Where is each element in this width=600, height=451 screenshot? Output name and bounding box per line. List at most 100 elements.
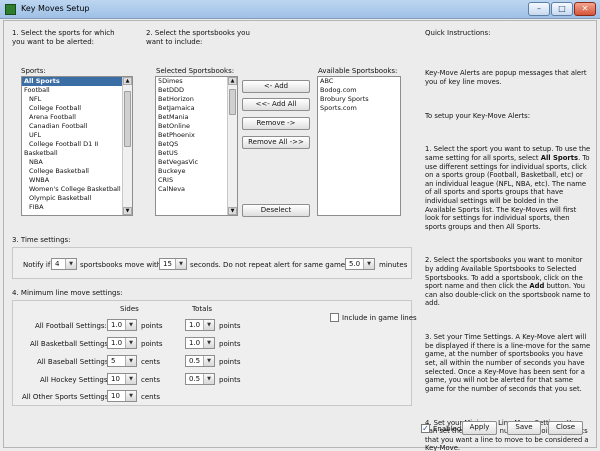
list-item[interactable]: FIBA bbox=[22, 203, 132, 212]
remove-all-button[interactable]: Remove All ->> bbox=[242, 136, 310, 149]
include-in-game-label: Include in game lines bbox=[342, 314, 417, 322]
list-item[interactable]: BetPhoenix bbox=[156, 131, 237, 140]
list-item[interactable]: NFL bbox=[22, 95, 132, 104]
basketball-settings-label: All Basketball Settings: bbox=[30, 340, 111, 348]
list-item[interactable]: BetQS bbox=[156, 140, 237, 149]
add-all-button[interactable]: <<- Add All bbox=[242, 98, 310, 111]
title-bar[interactable]: Key Moves Setup – □ ✕ bbox=[0, 0, 600, 19]
available-sportsbooks-label: Available Sportsbooks: bbox=[318, 67, 398, 75]
chevron-down-icon: ▼ bbox=[65, 259, 76, 269]
sports-list-label: Sports: bbox=[21, 67, 46, 75]
list-item[interactable]: Arena Football bbox=[22, 113, 132, 122]
list-item[interactable]: NBA bbox=[22, 158, 132, 167]
apply-button[interactable]: Apply bbox=[462, 421, 497, 435]
scroll-thumb[interactable] bbox=[124, 91, 131, 147]
hockey-sides-select[interactable]: 10 ▼ bbox=[107, 373, 137, 385]
list-item[interactable]: Brobury Sports bbox=[318, 95, 400, 104]
other-sports-sides-unit: cents bbox=[141, 393, 160, 401]
chevron-down-icon: ▼ bbox=[125, 391, 136, 401]
select-value: 1.0 bbox=[189, 321, 201, 329]
scroll-down-arrow-icon[interactable]: ▼ bbox=[123, 207, 132, 215]
close-window-button[interactable]: ✕ bbox=[574, 2, 596, 16]
list-item[interactable]: Basketball bbox=[22, 149, 132, 158]
list-item[interactable]: BetUS bbox=[156, 149, 237, 158]
notify-if-label: Notify if bbox=[23, 261, 51, 269]
football-totals-select[interactable]: 1.0 ▼ bbox=[185, 319, 215, 331]
select-value: 1.0 bbox=[189, 339, 201, 347]
maximize-button[interactable]: □ bbox=[551, 2, 573, 16]
list-item[interactable]: BetDDD bbox=[156, 86, 237, 95]
hockey-totals-select[interactable]: 0.5 ▼ bbox=[185, 373, 215, 385]
baseball-sides-select[interactable]: 5 ▼ bbox=[107, 355, 137, 367]
list-item[interactable]: Women's College Basketball bbox=[22, 185, 132, 194]
sides-header: Sides bbox=[120, 305, 139, 313]
totals-header: Totals bbox=[192, 305, 212, 313]
list-item[interactable]: BetVegasVic bbox=[156, 158, 237, 167]
football-sides-select[interactable]: 1.0 ▼ bbox=[107, 319, 137, 331]
selected-list-scrollbar[interactable]: ▲ ▼ bbox=[227, 77, 237, 215]
instructions-setup-heading: To setup your Key-Move Alerts: bbox=[425, 111, 530, 120]
close-button[interactable]: Close bbox=[548, 421, 583, 435]
select-value: 10 bbox=[111, 392, 120, 400]
minimize-button[interactable]: – bbox=[528, 2, 550, 16]
scroll-down-arrow-icon[interactable]: ▼ bbox=[228, 207, 237, 215]
chevron-down-icon: ▼ bbox=[203, 356, 214, 366]
list-item[interactable]: WNBA bbox=[22, 176, 132, 185]
section2-title-line2: want to include: bbox=[146, 38, 203, 46]
list-item[interactable]: College Basketball bbox=[22, 167, 132, 176]
list-item[interactable]: 5Dimes bbox=[156, 77, 237, 86]
instructions-step2: 2. Select the sportsbooks you want to mo… bbox=[425, 256, 593, 308]
chevron-down-icon: ▼ bbox=[203, 374, 214, 384]
instructions-intro: Key-Move Alerts are popup messages that … bbox=[425, 69, 589, 86]
list-item[interactable]: BetOnline bbox=[156, 122, 237, 131]
include-in-game-checkbox[interactable] bbox=[330, 313, 339, 322]
list-item[interactable]: Olympic Basketball bbox=[22, 194, 132, 203]
sportsbook-count-select[interactable]: 4 ▼ bbox=[51, 258, 77, 270]
section1-title-line2: you want to be alerted: bbox=[12, 38, 95, 46]
list-item[interactable]: BetJamaica bbox=[156, 104, 237, 113]
remove-button[interactable]: Remove -> bbox=[242, 117, 310, 130]
baseball-totals-select[interactable]: 0.5 ▼ bbox=[185, 355, 215, 367]
baseball-settings-label: All Baseball Settings: bbox=[37, 358, 111, 366]
list-item[interactable]: BetMania bbox=[156, 113, 237, 122]
list-item[interactable]: Buckeye bbox=[156, 167, 237, 176]
football-sides-unit: points bbox=[141, 322, 163, 330]
list-item[interactable]: College Football D1 II bbox=[22, 140, 132, 149]
list-item[interactable]: UFL bbox=[22, 131, 132, 140]
sports-list[interactable]: All Sports Football NFL College Football… bbox=[21, 76, 133, 216]
list-item[interactable]: CalNeva bbox=[156, 185, 237, 194]
deselect-button[interactable]: Deselect bbox=[242, 204, 310, 217]
select-value: 4 bbox=[55, 260, 60, 268]
list-item[interactable]: Football bbox=[22, 86, 132, 95]
sports-list-scrollbar[interactable]: ▲ ▼ bbox=[122, 77, 132, 215]
list-item[interactable]: ABC bbox=[318, 77, 400, 86]
list-item[interactable]: Canadian Football bbox=[22, 122, 132, 131]
list-item[interactable]: CRIS bbox=[156, 176, 237, 185]
basketball-sides-unit: points bbox=[141, 340, 163, 348]
repeat-alert-label: seconds. Do not repeat alert for same ga… bbox=[190, 261, 357, 269]
basketball-totals-select[interactable]: 1.0 ▼ bbox=[185, 337, 215, 349]
list-item[interactable]: Sports.com bbox=[318, 104, 400, 113]
save-button[interactable]: Save bbox=[507, 421, 541, 435]
scroll-thumb[interactable] bbox=[229, 89, 236, 115]
section3-title: 3. Time settings: bbox=[12, 236, 71, 244]
basketball-sides-select[interactable]: 1.0 ▼ bbox=[107, 337, 137, 349]
minutes-select[interactable]: 5.0 ▼ bbox=[345, 258, 375, 270]
chevron-down-icon: ▼ bbox=[203, 338, 214, 348]
chevron-down-icon: ▼ bbox=[125, 356, 136, 366]
other-sports-sides-select[interactable]: 10 ▼ bbox=[107, 390, 137, 402]
list-item[interactable]: BetHorizon bbox=[156, 95, 237, 104]
available-sportsbooks-list[interactable]: ABC Bodog.com Brobury Sports Sports.com bbox=[317, 76, 401, 216]
add-button[interactable]: <- Add bbox=[242, 80, 310, 93]
enabled-checkbox[interactable]: ✓ bbox=[421, 424, 430, 433]
scroll-up-arrow-icon[interactable]: ▲ bbox=[123, 77, 132, 85]
scroll-up-arrow-icon[interactable]: ▲ bbox=[228, 77, 237, 85]
select-value: 1.0 bbox=[111, 321, 123, 329]
select-value: 5 bbox=[111, 357, 116, 365]
selected-sportsbooks-list[interactable]: 5Dimes BetDDD BetHorizon BetJamaica BetM… bbox=[155, 76, 238, 216]
list-item[interactable]: All Sports bbox=[22, 77, 132, 86]
list-item[interactable]: College Football bbox=[22, 104, 132, 113]
list-item[interactable]: Bodog.com bbox=[318, 86, 400, 95]
seconds-select[interactable]: 15 ▼ bbox=[159, 258, 187, 270]
other-sports-settings-label: All Other Sports Settings: bbox=[22, 393, 111, 401]
